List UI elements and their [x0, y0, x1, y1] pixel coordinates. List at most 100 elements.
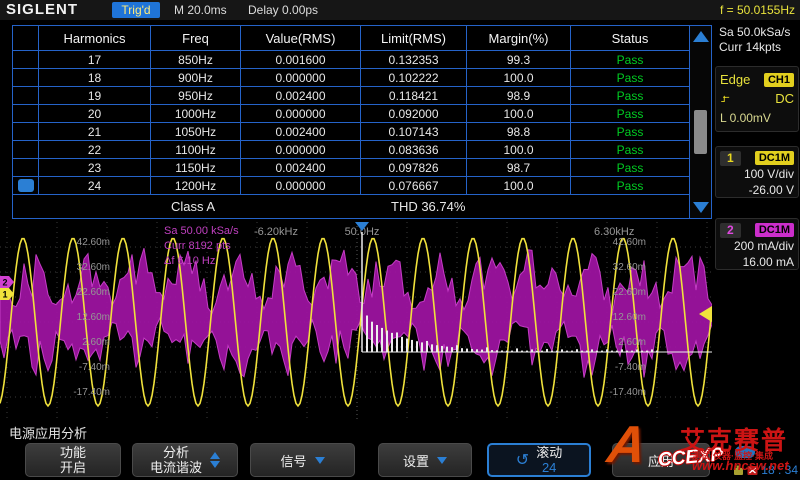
channel2-panel[interactable]: 2 DC1M 200 mA/div 16.00 mA [715, 218, 799, 270]
updown-arrow-icon [210, 452, 220, 468]
apply-button[interactable]: 应用 [612, 443, 710, 477]
memory-depth: Curr 14kpts [719, 40, 800, 55]
status-value: Pass [617, 71, 644, 85]
scale-label-left: 22.60m [77, 287, 110, 298]
signal-label: 信号 [280, 451, 306, 470]
row-marker-cell [13, 51, 39, 68]
scale-label-right: 32.60m [613, 262, 646, 273]
scroll-label: 滚动 [536, 445, 562, 460]
scale-label-right: 22.60m [613, 287, 646, 298]
menu-title: 电源应用分析 [9, 423, 87, 442]
channel1-offset: -26.00 V [720, 182, 794, 198]
trigger-status-badge[interactable]: Trig'd [112, 2, 160, 18]
waveform-svg: 42.60m42.60m32.60m32.60m22.60m22.60m12.6… [0, 222, 712, 420]
analysis-type-button[interactable]: 分析 电流谐波 [132, 443, 238, 477]
scale-label-left: -7.40m [79, 362, 110, 373]
scale-label-right: -17.40m [609, 387, 646, 398]
thd-readout: THD 36.74% [373, 199, 689, 214]
column-header: Freq [151, 26, 241, 50]
column-header: Margin(%) [467, 26, 571, 50]
status-value: Pass [617, 53, 644, 67]
table-header-row: HarmonicsFreqValue(RMS)Limit(RMS)Margin(… [13, 26, 689, 50]
column-header: Value(RMS) [241, 26, 361, 50]
column-header: Limit(RMS) [361, 26, 467, 50]
channel2-offset: 16.00 mA [720, 254, 794, 270]
knob-icon: ↺ [516, 450, 529, 470]
row-marker-cell [13, 123, 39, 140]
freq-label-right: 6.30kHz [594, 226, 634, 238]
analysis-value: 电流谐波 [150, 460, 202, 475]
scrollbar-thumb[interactable] [694, 110, 707, 154]
waveform-display[interactable]: 42.60m42.60m32.60m32.60m22.60m22.60m12.6… [0, 222, 712, 420]
freq-label-left: -6.20kHz [254, 226, 298, 238]
table-row[interactable]: 19950Hz0.0024000.11842198.9Pass [13, 86, 689, 104]
frequency-counter: f = 50.0155Hz [720, 3, 795, 17]
table-row[interactable]: 18900Hz0.0000000.102222100.0Pass [13, 68, 689, 86]
right-sidebar: Sa 50.0kSa/s Curr 14kpts Edge CH1 DC L 0… [714, 20, 800, 480]
table-row[interactable]: 17850Hz0.0016000.13235399.3Pass [13, 50, 689, 68]
scale-label-right: -7.40m [615, 362, 646, 373]
row-marker-cell [13, 177, 39, 194]
table-row[interactable]: 231150Hz0.0024000.09782698.7Pass [13, 158, 689, 176]
scroll-up-icon[interactable] [693, 31, 709, 42]
table-row[interactable]: 241200Hz0.0000000.076667100.0Pass [13, 176, 689, 194]
settings-label: 设置 [403, 451, 429, 470]
analysis-label: 分析 [163, 445, 189, 460]
settings-button[interactable]: 设置 [378, 443, 472, 477]
harmonics-table: HarmonicsFreqValue(RMS)Limit(RMS)Margin(… [12, 25, 712, 219]
fft-info-line: Curr 8192 pts [164, 240, 231, 252]
status-value: Pass [617, 161, 644, 175]
sample-rate: Sa 50.0kSa/s [719, 25, 800, 40]
status-value: Pass [617, 89, 644, 103]
timebase-readout[interactable]: M 20.0ms [174, 3, 227, 17]
bottom-menu-bar: 电源应用分析 功能 开启 分析 电流谐波 信号 设置 ↺ 滚动 24 应用 [0, 420, 800, 480]
ch2-marker-label: 2 [3, 278, 8, 288]
trigger-panel[interactable]: Edge CH1 DC L 0.00mV [715, 66, 799, 132]
channel1-panel[interactable]: 1 DC1M 100 V/div -26.00 V [715, 146, 799, 198]
scale-label-right: 12.60m [613, 312, 646, 323]
apply-label: 应用 [648, 451, 674, 470]
usb-icon [733, 465, 744, 476]
fft-info-line: Δf 6.10 Hz [164, 255, 215, 267]
sd-card-icon [747, 465, 758, 476]
down-arrow-icon [437, 457, 447, 464]
table-row[interactable]: 201000Hz0.0000000.092000100.0Pass [13, 104, 689, 122]
scroll-value: 24 [542, 460, 556, 475]
scale-label-left: 2.60m [82, 337, 110, 348]
channel2-number: 2 [720, 223, 741, 238]
table-row[interactable]: 211050Hz0.0024000.10714398.8Pass [13, 122, 689, 140]
scale-label-left: 42.60m [77, 237, 110, 248]
down-arrow-icon [315, 457, 325, 464]
status-value: Pass [617, 143, 644, 157]
rising-edge-icon [720, 93, 731, 104]
table-row[interactable]: 221100Hz0.0000000.083636100.0Pass [13, 140, 689, 158]
fft-info-line: Sa 50.00 kSa/s [164, 225, 239, 237]
status-value: Pass [617, 179, 644, 193]
channel1-scale: 100 V/div [720, 166, 794, 182]
function-state: 开启 [60, 460, 86, 475]
channel2-coupling-badge: DC1M [755, 223, 794, 237]
row-marker-cell [13, 105, 39, 122]
scale-label-left: 32.60m [77, 262, 110, 273]
channel2-scale: 200 mA/div [720, 238, 794, 254]
scale-label-right: 42.60m [613, 237, 646, 248]
class-standard-label: Class A [13, 199, 373, 214]
status-value: Pass [617, 125, 644, 139]
column-header: Status [571, 26, 689, 50]
scroll-harmonic-button[interactable]: ↺ 滚动 24 [487, 443, 591, 477]
column-header: Harmonics [39, 26, 151, 50]
row-marker-cell [13, 159, 39, 176]
delay-readout[interactable]: Delay 0.00ps [248, 3, 318, 17]
row-marker-cell [13, 69, 39, 86]
trigger-coupling: DC [775, 91, 794, 106]
scroll-down-icon[interactable] [693, 202, 709, 213]
ch1-marker-label: 1 [3, 290, 8, 300]
status-icon-row: 18 : 34 [733, 463, 798, 477]
status-value: Pass [617, 107, 644, 121]
function-enable-button[interactable]: 功能 开启 [25, 443, 121, 477]
signal-button[interactable]: 信号 [250, 443, 355, 477]
table-scrollbar[interactable] [689, 26, 711, 218]
selected-row-marker [18, 179, 34, 192]
trigger-type: Edge [720, 72, 750, 87]
scale-label-left: -17.40m [73, 387, 110, 398]
